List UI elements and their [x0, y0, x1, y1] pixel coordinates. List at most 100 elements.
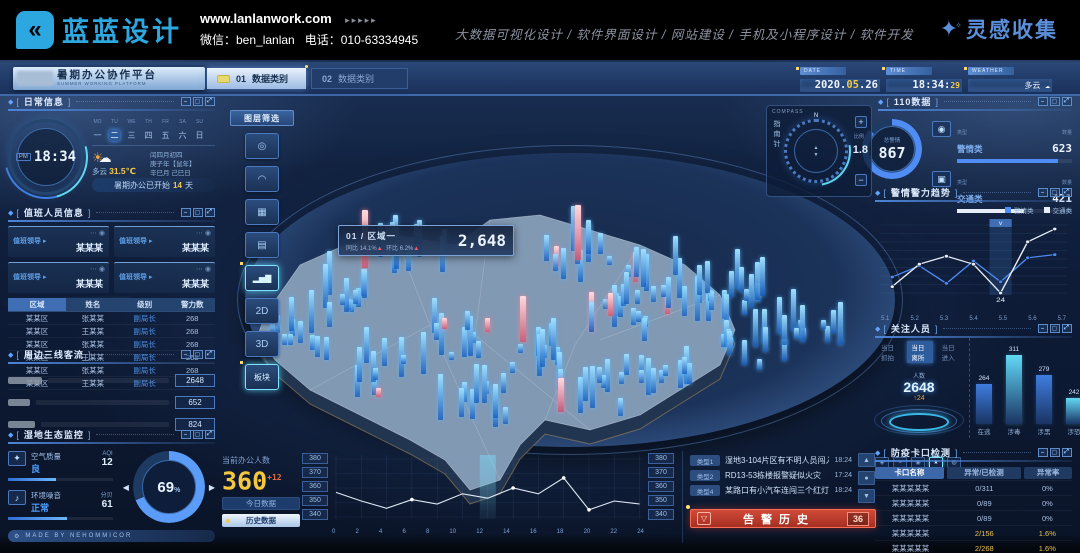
tab-label: 数据类别 — [338, 72, 374, 85]
window-icon[interactable]: ▢ — [1050, 324, 1060, 333]
alert-row[interactable]: 类型1湿地3-104片区有不明人员闯入18:24 — [690, 453, 852, 468]
pan-up-icon[interactable]: ▲ — [814, 145, 819, 151]
inspiration-collect[interactable]: ✦✧ 灵感收集 — [940, 14, 1058, 44]
table-row: 某某某某某0/3110% — [875, 481, 1072, 496]
gauge-right-arrow[interactable]: ▶ — [209, 483, 215, 492]
weekday-cell[interactable]: SA六 — [177, 119, 188, 143]
focus-tab[interactable]: 当日离所 — [907, 341, 932, 363]
window-icon[interactable]: ▢ — [193, 208, 203, 217]
trend-chart: ∨24 — [875, 215, 1072, 311]
scroll-up-button[interactable]: ▲ — [858, 453, 875, 467]
expand-icon[interactable]: ⤢ — [205, 208, 215, 217]
expand-icon[interactable]: ⤢ — [1062, 448, 1072, 457]
duty-leader-card[interactable]: 值班领导 ▸⋯ ◉某某某 — [8, 262, 109, 293]
scroll-down-button[interactable]: ▼ — [858, 489, 875, 503]
weekday-cell[interactable]: SU日 — [194, 119, 205, 143]
siren-icon: ◉ — [932, 121, 951, 137]
today-data-button[interactable]: 今日数据 — [222, 497, 300, 510]
focus-tab[interactable]: 当日进入 — [938, 341, 963, 363]
duty-leader-card[interactable]: 值班领导 ▸⋯ ◉某某某 — [114, 226, 215, 257]
layer-button-5[interactable]: ▂▅▇ — [245, 265, 279, 291]
weekday-cell[interactable]: FR五 — [160, 119, 171, 143]
bar-category: 涉恐 — [1062, 426, 1080, 436]
panel-title: 防疫卡口检测 — [891, 446, 951, 459]
trend-panel: ◆[警情警力趋势] –▢⤢ 警情类 交通类 ∨24 5.15.25.35.45.… — [875, 186, 1072, 322]
alert-row[interactable]: 类型2RD13-53栋楼报警疑似火灾17:24 — [690, 468, 852, 483]
minimize-icon[interactable]: – — [1038, 97, 1048, 106]
window-icon[interactable]: ▢ — [1050, 97, 1060, 106]
minimize-icon[interactable]: – — [181, 350, 191, 359]
duty-leader-card[interactable]: 值班领导 ▸⋯ ◉某某某 — [114, 262, 215, 293]
layer-button-4[interactable]: ▤ — [245, 232, 279, 258]
services-tagline: 大数据可视化设计 / 软件界面设计 / 网站建设 / 手机及小程序设计 / 软件… — [455, 24, 914, 43]
duty-leader-card[interactable]: 值班领导 ▸⋯ ◉某某某 — [8, 226, 109, 257]
expand-icon[interactable]: ⤢ — [205, 97, 215, 106]
tab-data-category-1[interactable]: 01 数据类别 — [207, 68, 306, 89]
minimize-icon[interactable]: – — [181, 430, 191, 439]
panel-title: 警情警力趋势 — [891, 186, 951, 199]
x-tick: 8 — [426, 529, 429, 535]
minimize-icon[interactable]: – — [1038, 448, 1048, 457]
weather-value: 多云 ☁ — [1024, 80, 1050, 91]
pan-down-icon[interactable]: ▼ — [814, 152, 819, 158]
bar-category: 涉黑 — [1032, 426, 1056, 436]
x-tick: 14 — [503, 529, 510, 535]
window-icon[interactable]: ▢ — [1050, 448, 1060, 457]
svg-text:∨: ∨ — [998, 221, 1003, 227]
minimize-icon[interactable]: – — [1038, 324, 1048, 333]
window-icon[interactable]: ▢ — [193, 350, 203, 359]
layer-button-2[interactable]: ◠ — [245, 166, 279, 192]
layer-button-6[interactable]: 2D — [245, 298, 279, 324]
layer-button-3[interactable]: ▦ — [245, 199, 279, 225]
window-icon[interactable]: ▢ — [193, 430, 203, 439]
minimize-icon[interactable]: – — [1038, 188, 1048, 197]
bar-value: 264 — [972, 375, 996, 382]
expand-icon[interactable]: ⤢ — [205, 350, 215, 359]
alert-row[interactable]: 类型4某路口有小汽车连闯三个红灯18:24 — [690, 483, 852, 498]
redacted-label — [8, 377, 42, 384]
history-data-button[interactable]: 历史数据 — [222, 514, 300, 527]
logo: « 蓝蓝设计 — [16, 10, 182, 49]
panel-title: 值班人员信息 — [24, 206, 84, 219]
eco-monitor-panel: ◆[湿地生态监控] –▢⤢ ✦ 空气质量 良 AQI 12 — [8, 428, 215, 542]
tab-number: 01 — [236, 74, 246, 84]
x-tick: 22 — [610, 529, 617, 535]
trend-legend: 警情类 交通类 — [875, 205, 1072, 215]
expand-icon[interactable]: ⤢ — [1062, 324, 1072, 333]
zoom-in-button[interactable]: + — [855, 116, 867, 128]
weekday-cell[interactable]: WE三 — [126, 119, 137, 143]
gauge-left-arrow[interactable]: ◀ — [123, 483, 129, 492]
window-icon[interactable]: ▢ — [193, 97, 203, 106]
window-icon[interactable]: ▢ — [1050, 188, 1060, 197]
x-tick: 18 — [557, 529, 564, 535]
map-tooltip: 01 / 区域一 同比 14.1%▲ 环比 6.2%▲ 2,648 — [338, 225, 514, 256]
alert-history-banner[interactable]: ▽ 告警历史 36 — [690, 509, 876, 528]
flow-value: 652 — [175, 396, 215, 409]
scroll-stop-button[interactable]: ● — [858, 471, 875, 485]
tab-number: 02 — [322, 74, 332, 84]
focus-bar — [1006, 355, 1022, 424]
compass-dial[interactable]: N ▲▼ — [784, 119, 848, 183]
redacted-label — [8, 421, 35, 428]
layer-button-7[interactable]: 3D — [245, 331, 279, 357]
website-link[interactable]: www.lanlanwork.com — [200, 11, 332, 26]
focus-tab[interactable]: 当日抓拍 — [877, 341, 902, 363]
minimize-icon[interactable]: – — [181, 97, 191, 106]
table-row: 某某区张某某副局长268 — [8, 312, 215, 325]
office-count-label: 当前办公人数 — [222, 455, 306, 466]
weekday-cell[interactable]: MO一 — [92, 119, 103, 143]
tab-data-category-2[interactable]: 02 数据类别 — [311, 68, 408, 89]
zoom-out-button[interactable]: − — [855, 174, 867, 186]
x-tick: 24 — [637, 529, 644, 535]
weekday-cell[interactable]: TH四 — [143, 119, 154, 143]
layer-button-8[interactable]: 板块 — [245, 364, 279, 390]
cloud-icon: ☁ — [99, 150, 112, 165]
minimize-icon[interactable]: – — [181, 208, 191, 217]
layer-button-1[interactable]: ◎ — [245, 133, 279, 159]
expand-icon[interactable]: ⤢ — [1062, 188, 1072, 197]
expand-icon[interactable]: ⤢ — [205, 430, 215, 439]
cloud-icon: ☁ — [1045, 81, 1050, 90]
expand-icon[interactable]: ⤢ — [1062, 97, 1072, 106]
time-label: TIME — [886, 67, 932, 75]
weekday-cell[interactable]: TU二 — [109, 119, 120, 143]
